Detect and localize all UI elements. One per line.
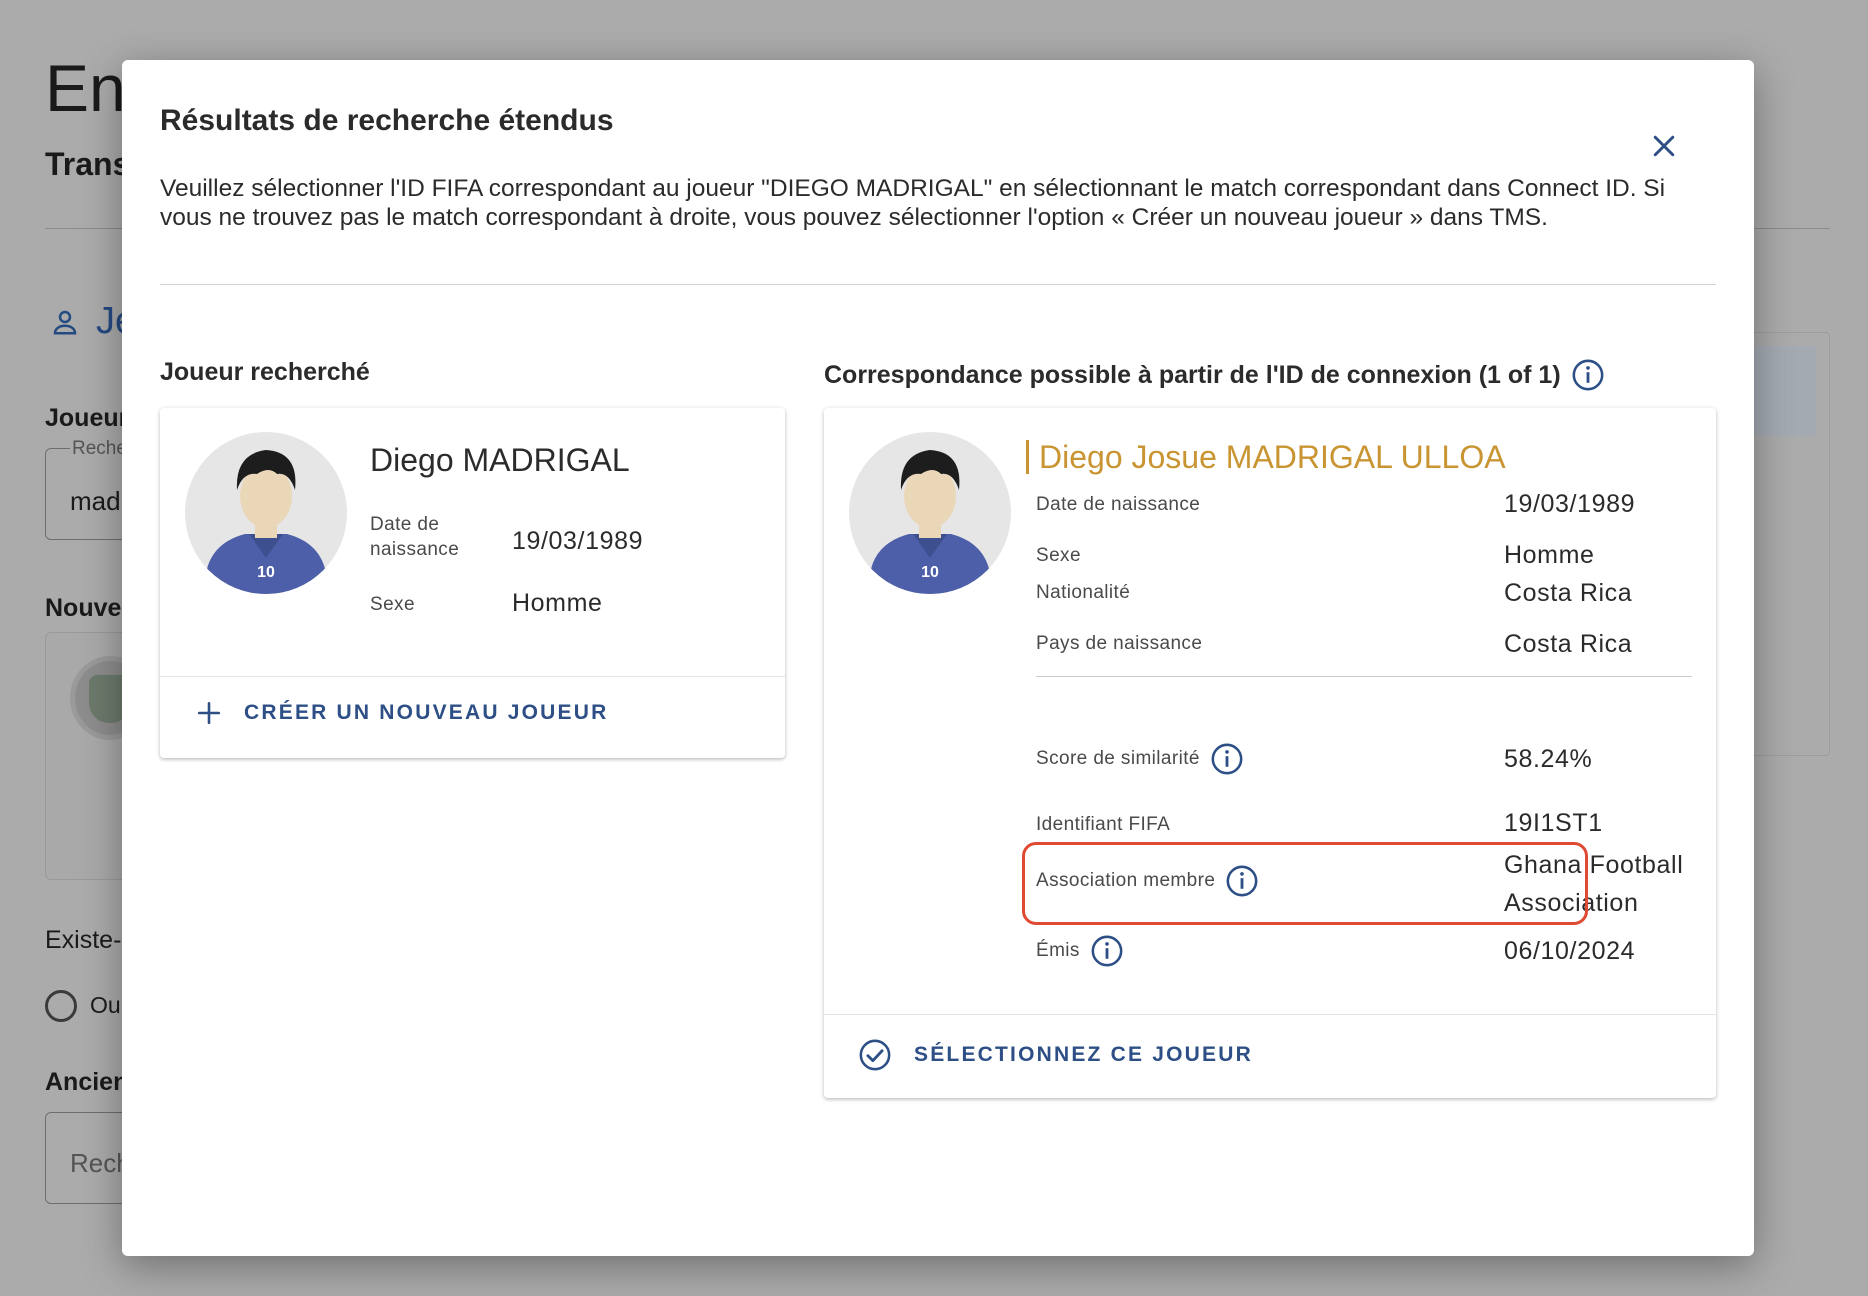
- search-field-value: mad: [70, 486, 121, 516]
- svg-text:10: 10: [921, 564, 939, 581]
- match-birth-country-value: Costa Rica: [1504, 630, 1633, 658]
- player-avatar-icon: 10: [849, 432, 1011, 594]
- match-nationality-label: Nationalité: [1036, 582, 1131, 603]
- match-player-name: Diego Josue MADRIGAL ULLOA: [1026, 440, 1506, 474]
- select-player-label: SÉLECTIONNEZ CE JOUEUR: [914, 1043, 1253, 1066]
- person-icon: [53, 310, 77, 334]
- fifa-id-value: 19I1ST1: [1504, 809, 1603, 837]
- sex-value: Homme: [512, 589, 603, 617]
- close-button[interactable]: [1642, 124, 1686, 168]
- close-icon: [1653, 135, 1675, 157]
- possible-match-title: Correspondance possible à partir de l'ID…: [824, 360, 1561, 389]
- info-icon[interactable]: [1210, 742, 1244, 776]
- match-dob-label: Date de naissance: [1036, 494, 1201, 515]
- searched-player-name: Diego MADRIGAL: [370, 442, 630, 478]
- select-player-button[interactable]: SÉLECTIONNEZ CE JOUEUR: [858, 1038, 1253, 1072]
- info-icon[interactable]: [1571, 358, 1605, 392]
- search-field-label: Reche: [70, 438, 129, 460]
- sex-label: Sexe: [370, 594, 415, 615]
- match-inner-divider: [1036, 676, 1692, 677]
- similarity-score-value: 58.24%: [1504, 745, 1593, 773]
- create-new-player-label: CRÉER UN NOUVEAU JOUEUR: [244, 701, 609, 724]
- new-label: Nouve: [45, 594, 122, 622]
- searched-player-heading: Joueur recherché: [160, 358, 370, 386]
- dob-label: Date de naissance: [370, 514, 460, 560]
- player-label: Joueur: [45, 404, 129, 432]
- plus-icon: [197, 701, 221, 725]
- dialog-description: Veuillez sélectionner l'ID FIFA correspo…: [160, 175, 1666, 231]
- player-avatar-icon: 10: [185, 432, 347, 594]
- similarity-score-label: Score de similarité: [1036, 748, 1200, 769]
- dialog-title: Résultats de recherche étendus: [160, 104, 614, 137]
- match-nationality-value: Costa Rica: [1504, 579, 1633, 607]
- possible-match-heading: Correspondance possible à partir de l'ID…: [824, 358, 1605, 392]
- exists-label: Existe-: [45, 926, 122, 954]
- member-association-highlight: [1022, 842, 1588, 925]
- dob-value: 19/03/1989: [512, 527, 644, 555]
- card-divider: [824, 1014, 1716, 1015]
- match-sex-label: Sexe: [1036, 545, 1081, 566]
- possible-match-card: 10 Diego Josue MADRIGAL ULLOA Date de na…: [824, 408, 1716, 1098]
- match-sex-value: Homme: [1504, 541, 1595, 569]
- extended-search-dialog: Résultats de recherche étendus Veuillez …: [122, 60, 1754, 1256]
- radio-yes[interactable]: [45, 990, 77, 1022]
- issued-label: Émis: [1036, 940, 1080, 961]
- info-icon[interactable]: [1090, 934, 1124, 968]
- card-divider: [160, 676, 785, 677]
- check-circle-icon: [859, 1039, 891, 1071]
- former-label: Ancien: [45, 1068, 129, 1096]
- svg-text:10: 10: [257, 564, 275, 581]
- radio-yes-label: Oui: [90, 992, 126, 1018]
- match-dob-value: 19/03/1989: [1504, 490, 1636, 518]
- create-new-player-button[interactable]: CRÉER UN NOUVEAU JOUEUR: [196, 700, 608, 726]
- page-subtitle: Trans: [45, 146, 131, 182]
- similarity-score-label-row: Score de similarité: [1036, 742, 1244, 776]
- issued-label-row: Émis: [1036, 934, 1124, 968]
- searched-player-card: 10 Diego MADRIGAL Date de naissance 19/0…: [160, 408, 785, 758]
- match-birth-country-label: Pays de naissance: [1036, 633, 1203, 654]
- issued-value: 06/10/2024: [1504, 937, 1636, 965]
- fifa-id-label: Identifiant FIFA: [1036, 814, 1171, 835]
- dialog-divider: [160, 284, 1716, 285]
